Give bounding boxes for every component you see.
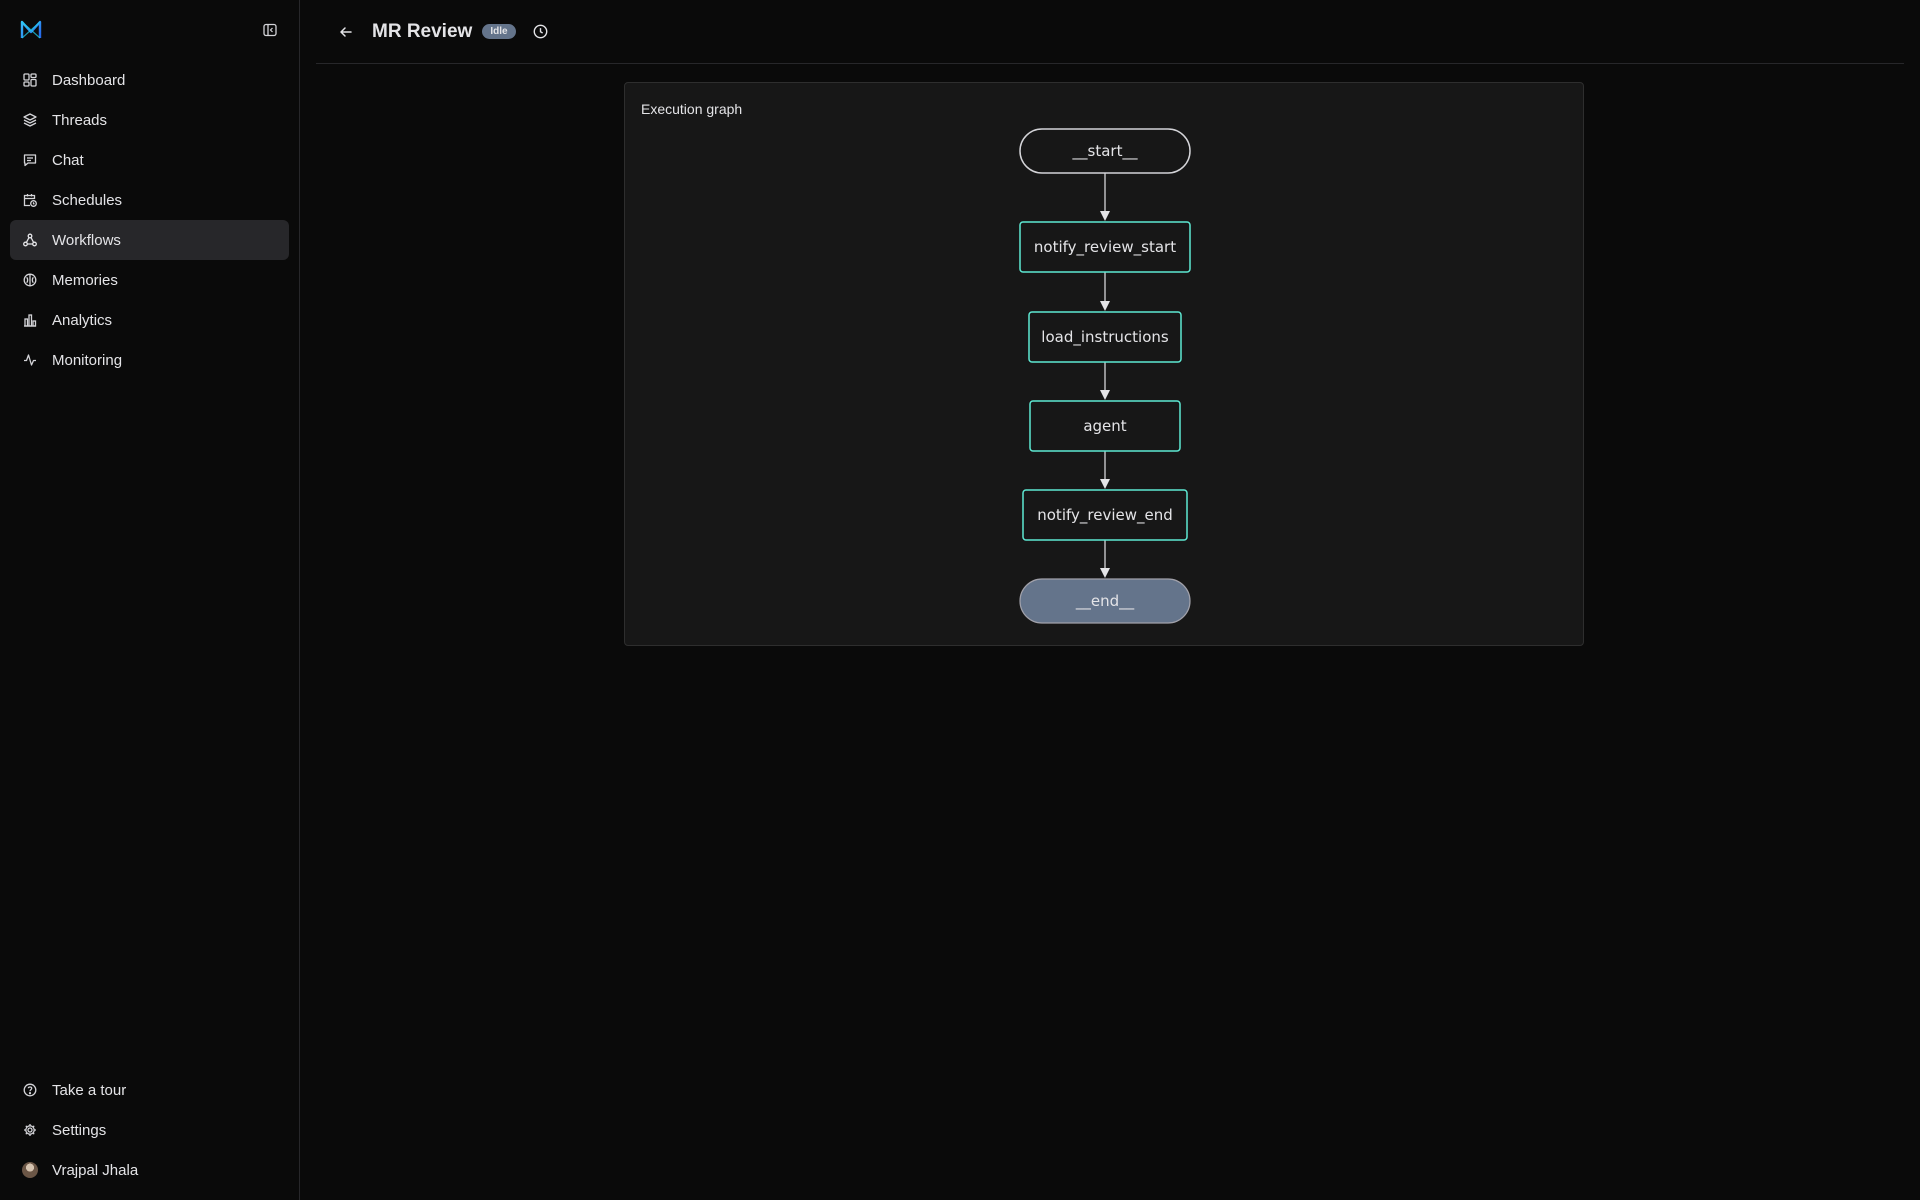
page-header: MR Review Idle: [316, 0, 1904, 64]
history-info-icon[interactable]: [532, 23, 550, 41]
calendar-clock-icon: [22, 192, 38, 208]
brain-icon: [22, 272, 38, 288]
sidebar-item-memories[interactable]: Memories: [10, 260, 289, 300]
sidebar-item-label: Settings: [52, 1121, 107, 1139]
graph-node-start[interactable]: __start__: [1019, 128, 1191, 174]
sidebar-item-label: Analytics: [52, 311, 113, 329]
sidebar-item-label: Workflows: [52, 231, 121, 249]
back-arrow-icon[interactable]: [336, 22, 356, 42]
sidebar-header: [10, 0, 289, 60]
execution-graph-panel: Execution graph __start__ notify_review_s…: [624, 82, 1584, 646]
sidebar-item-monitoring[interactable]: Monitoring: [10, 340, 289, 380]
bar-chart-icon: [22, 312, 38, 328]
sidebar-item-user[interactable]: Vrajpal Jhala: [10, 1150, 289, 1190]
sidebar-item-dashboard[interactable]: Dashboard: [10, 60, 289, 100]
activity-icon: [22, 352, 38, 368]
sidebar-item-label: Monitoring: [52, 351, 123, 369]
sidebar-item-threads[interactable]: Threads: [10, 100, 289, 140]
graph-node-label: __end__: [1075, 592, 1135, 611]
sidebar-footer: Take a tour Settings Vrajpal Jhala: [10, 1070, 289, 1200]
sidebar-nav: Dashboard Threads Chat Schedules Workflo…: [10, 60, 289, 380]
graph-node-notify-review-end[interactable]: notify_review_end: [1022, 489, 1188, 541]
sidebar-item-schedules[interactable]: Schedules: [10, 180, 289, 220]
sidebar-item-label: Dashboard: [52, 71, 126, 89]
main-area: MR Review Idle Execution graph __start__…: [300, 0, 1920, 1200]
graph-node-end[interactable]: __end__: [1019, 578, 1191, 624]
chat-icon: [22, 152, 38, 168]
status-badge: Idle: [482, 24, 516, 39]
graph-node-label: notify_review_start: [1034, 238, 1176, 257]
content-area: Execution graph __start__ notify_review_s…: [316, 64, 1904, 1200]
graph-node-label: load_instructions: [1041, 328, 1169, 347]
sidebar: Dashboard Threads Chat Schedules Workflo…: [0, 0, 300, 1200]
graph-node-agent[interactable]: agent: [1029, 400, 1181, 452]
graph-node-label: __start__: [1072, 142, 1138, 161]
sidebar-toggle-icon[interactable]: [259, 19, 281, 41]
help-circle-icon: [22, 1082, 38, 1098]
app-root: Dashboard Threads Chat Schedules Workflo…: [0, 0, 1920, 1200]
dashboard-icon: [22, 72, 38, 88]
sidebar-item-take-a-tour[interactable]: Take a tour: [10, 1070, 289, 1110]
graph-node-notify-review-start[interactable]: notify_review_start: [1019, 221, 1191, 273]
logo-icon[interactable]: [20, 20, 42, 40]
sidebar-item-label: Take a tour: [52, 1081, 127, 1099]
page-title: MR Review: [372, 20, 473, 42]
sidebar-item-analytics[interactable]: Analytics: [10, 300, 289, 340]
sidebar-item-label: Memories: [52, 271, 118, 289]
sidebar-item-settings[interactable]: Settings: [10, 1110, 289, 1150]
sidebar-item-workflows[interactable]: Workflows: [10, 220, 289, 260]
sidebar-item-label: Chat: [52, 151, 84, 169]
user-name: Vrajpal Jhala: [52, 1161, 139, 1179]
graph-node-load-instructions[interactable]: load_instructions: [1028, 311, 1182, 363]
gear-icon: [22, 1122, 38, 1138]
sidebar-item-label: Threads: [52, 111, 108, 129]
layers-icon: [22, 112, 38, 128]
avatar: [22, 1162, 38, 1178]
graph-node-label: agent: [1083, 417, 1126, 435]
graph-canvas: __start__ notify_review_start load_instruc…: [1019, 128, 1191, 624]
graph-node-label: notify_review_end: [1037, 506, 1173, 525]
sidebar-item-label: Schedules: [52, 191, 123, 209]
sidebar-item-chat[interactable]: Chat: [10, 140, 289, 180]
workflow-icon: [22, 232, 38, 248]
